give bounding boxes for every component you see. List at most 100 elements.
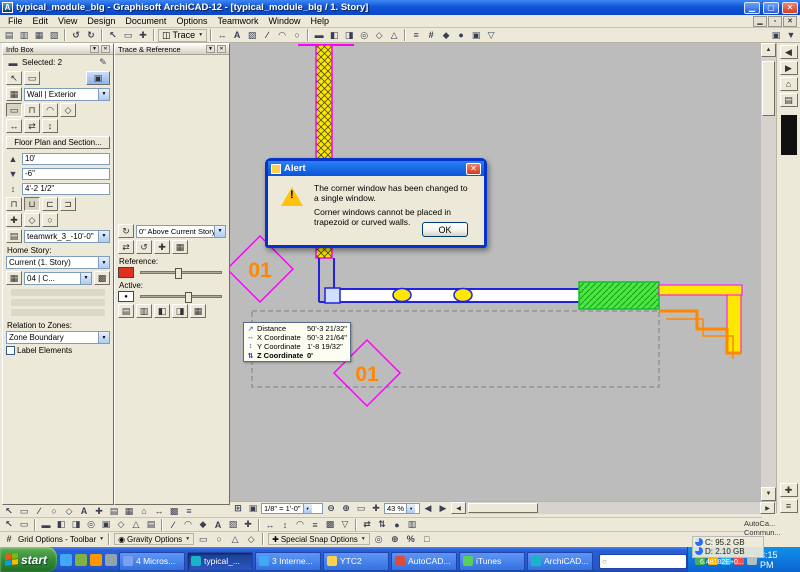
new-file-icon[interactable]: ▤: [2, 28, 16, 42]
arc-tool-icon[interactable]: ◠: [275, 28, 290, 42]
column-tool-icon[interactable]: ◎: [84, 518, 98, 531]
taskbar-item-internet[interactable]: 3 Interne...: [255, 551, 321, 571]
arrow-tool-icon[interactable]: ↖: [106, 28, 120, 42]
scroll-right-icon[interactable]: ▶: [760, 502, 775, 514]
alert-close-icon[interactable]: ✕: [466, 162, 481, 175]
panel-add-icon[interactable]: ✚: [779, 483, 798, 497]
palette-close-icon[interactable]: ✕: [101, 45, 110, 53]
collapse-icon[interactable]: ▼: [784, 28, 798, 42]
column-tool-icon[interactable]: ◎: [357, 28, 372, 42]
line-tool-icon[interactable]: ∕: [32, 504, 46, 518]
column-node-1[interactable]: [392, 287, 412, 303]
refline-left-button[interactable]: ⊓: [6, 197, 22, 211]
geometry-straight-button[interactable]: ▭: [6, 103, 22, 117]
geometry-poly-button[interactable]: ◇: [60, 103, 76, 117]
worksheet-tool-icon[interactable]: ▥: [405, 518, 419, 531]
snap-percent-icon[interactable]: %: [403, 532, 418, 546]
marquee-tool-icon[interactable]: ▭: [121, 28, 135, 42]
zoom-in-icon[interactable]: ⊕: [339, 501, 353, 515]
wall-tool-icon[interactable]: ▬: [39, 518, 53, 531]
menu-help[interactable]: Help: [306, 16, 335, 26]
taskbar-item-typical-module[interactable]: typical_...: [187, 551, 253, 571]
info-box-titlebar[interactable]: Info Box ▼ ✕: [3, 44, 113, 55]
polyline-tool-icon[interactable]: ◆: [196, 518, 210, 531]
switch-reference-button[interactable]: ⇄: [118, 240, 134, 254]
minimize-button[interactable]: ▁: [744, 1, 760, 14]
grid-icon[interactable]: #: [2, 532, 16, 546]
wall-base-field[interactable]: -6": [22, 167, 110, 180]
active-opacity-slider[interactable]: [140, 292, 222, 303]
wall-top-field[interactable]: 10': [22, 152, 110, 165]
wall-height-field[interactable]: 4'-2 1/2": [22, 182, 110, 195]
slider-thumb[interactable]: [174, 268, 182, 279]
zoom-icon[interactable]: ●: [454, 28, 469, 42]
dimension-tool-icon[interactable]: ↔: [152, 504, 166, 518]
wall-offset-button[interactable]: ↕: [42, 119, 58, 133]
snap-angle-icon[interactable]: △: [228, 532, 243, 546]
reference-options-button[interactable]: ▦: [172, 240, 188, 254]
menu-file[interactable]: File: [3, 16, 28, 26]
undo-icon[interactable]: ↺: [69, 28, 83, 42]
wall-tool-icon[interactable]: ▬: [312, 28, 327, 42]
quick-options-icon[interactable]: ⊞: [231, 501, 245, 515]
fill-tool-icon[interactable]: ▨: [245, 28, 260, 42]
rotate-reference-button[interactable]: ↺: [136, 240, 152, 254]
favorites-button[interactable]: ▦: [6, 87, 22, 101]
slab-tool-icon[interactable]: ◇: [114, 518, 128, 531]
fill-tool-icon[interactable]: ▨: [226, 518, 240, 531]
print-icon[interactable]: ▧: [47, 28, 61, 42]
trace-palette-titlebar[interactable]: Trace & Reference ▼ ✕: [115, 44, 229, 55]
save-icon[interactable]: ▦: [32, 28, 46, 42]
quicklaunch-browser-icon[interactable]: [60, 553, 72, 566]
column-node-2[interactable]: [453, 287, 473, 303]
geometry-curved-button[interactable]: ◠: [42, 103, 58, 117]
window-tool-icon[interactable]: ◨: [69, 518, 83, 531]
navigator-forward-icon[interactable]: ▶: [779, 61, 798, 75]
reference-opacity-slider[interactable]: [140, 268, 222, 279]
pan-icon[interactable]: ✚: [369, 501, 383, 515]
dock-icon[interactable]: ▣: [769, 28, 783, 42]
previous-view-icon[interactable]: ◀: [421, 501, 435, 515]
roof-tool-icon[interactable]: △: [129, 518, 143, 531]
drawing-canvas[interactable]: 01 01 ↗ Distance 50'-3 21/32" ↔ X Coordi…: [230, 43, 761, 501]
floor-plan-section-button[interactable]: Floor Plan and Section...: [6, 136, 110, 149]
settings-dialog-button[interactable]: ▣: [86, 71, 110, 85]
arrow-mode-button[interactable]: ↖: [6, 71, 22, 85]
navigator-back-icon[interactable]: ◀: [779, 45, 798, 59]
child-close-button[interactable]: ✕: [783, 15, 797, 27]
label-tool-icon[interactable]: ≡: [182, 504, 196, 518]
horizontal-scrollbar[interactable]: ◀ ▶: [451, 502, 775, 514]
scroll-left-icon[interactable]: ◀: [451, 502, 466, 514]
scrollbar-thumb[interactable]: [468, 503, 538, 513]
slab-tool-icon[interactable]: ◇: [372, 28, 387, 42]
circle-tool-icon[interactable]: ○: [47, 504, 61, 518]
close-button[interactable]: ✕: [782, 1, 798, 14]
reference-color-swatch[interactable]: [118, 267, 134, 278]
label-tool-icon[interactable]: ≡: [308, 518, 322, 531]
scroll-up-icon[interactable]: ▲: [761, 43, 776, 57]
hotspot-tool-icon[interactable]: ✚: [92, 504, 106, 518]
child-restore-button[interactable]: ▫: [768, 15, 782, 27]
pen-color-button[interactable]: ✚: [6, 213, 22, 227]
wall-reference-button[interactable]: ↔: [6, 119, 22, 133]
zoom-level-dropdown[interactable]: 43 % ▼: [384, 502, 420, 514]
next-view-icon[interactable]: ▶: [436, 501, 450, 515]
snap-distance-icon[interactable]: □: [419, 532, 434, 546]
refline-center-button[interactable]: ⊔: [24, 197, 40, 211]
story-select-icon[interactable]: ▣: [246, 501, 260, 515]
zone-tool-icon[interactable]: ▦: [122, 504, 136, 518]
detail-tool-icon[interactable]: ●: [390, 518, 404, 531]
maximize-button[interactable]: ▢: [763, 1, 779, 14]
child-minimize-button[interactable]: ▁: [753, 15, 767, 27]
palette-menu-icon[interactable]: ▼: [206, 45, 215, 53]
stepped-corner-inner[interactable]: [666, 318, 734, 359]
horizontal-wall-band[interactable]: [658, 284, 743, 296]
line-tool-icon[interactable]: ∕: [166, 518, 180, 531]
trace-dropdown[interactable]: ◫ Trace ▼: [158, 28, 208, 42]
menu-teamwork[interactable]: Teamwork: [212, 16, 263, 26]
pen-set-button[interactable]: ▦: [6, 271, 22, 285]
pan-tool-icon[interactable]: ✚: [136, 28, 150, 42]
taskbar-item-ytc2[interactable]: YTC2: [323, 551, 389, 571]
alert-titlebar[interactable]: Alert ✕: [268, 161, 484, 176]
dimension-tool-icon[interactable]: ↔: [263, 518, 277, 531]
